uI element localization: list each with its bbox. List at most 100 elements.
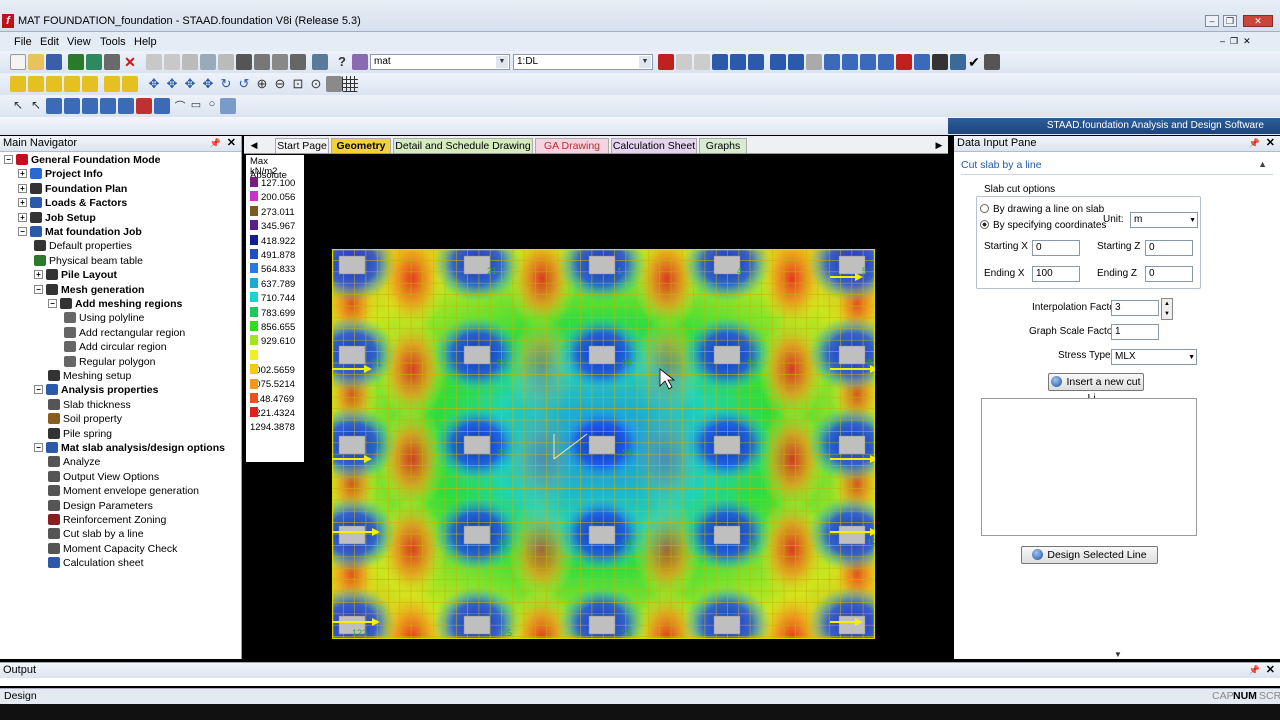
rotate-icon[interactable]: ✥	[164, 76, 180, 92]
grid-icon[interactable]	[342, 76, 358, 92]
tool-icon[interactable]	[86, 54, 102, 70]
radio-draw-line[interactable]: By drawing a line on slab	[980, 204, 1104, 215]
nav-item[interactable]: + Foundation Plan	[18, 182, 127, 196]
tool-icon[interactable]	[104, 54, 120, 70]
nav-item[interactable]: − Mat foundation Job	[18, 225, 142, 239]
zoom-window-icon[interactable]: ⊡	[290, 76, 306, 92]
collapse-icon[interactable]: −	[34, 443, 43, 452]
restore-button[interactable]: ❐	[1223, 15, 1237, 27]
select-icon[interactable]	[82, 98, 98, 114]
camera-icon[interactable]	[236, 54, 252, 70]
close-icon[interactable]: ✕	[227, 136, 236, 151]
tool-icon[interactable]	[824, 54, 840, 70]
view-icon[interactable]	[10, 76, 26, 92]
menu-help[interactable]: Help	[134, 36, 157, 48]
zoom-extents-icon[interactable]: ⊙	[308, 76, 324, 92]
printer-icon[interactable]	[290, 54, 306, 70]
tool-icon[interactable]	[842, 54, 858, 70]
tool-icon[interactable]	[896, 54, 912, 70]
starting-z-field[interactable]: 0	[1145, 240, 1193, 256]
scroll-down-icon[interactable]: ▼	[1114, 650, 1122, 659]
tool-icon[interactable]	[676, 54, 692, 70]
expand-icon[interactable]: +	[18, 183, 27, 193]
tool-icon[interactable]	[860, 54, 876, 70]
interpolation-field[interactable]: 3	[1111, 300, 1159, 316]
undo-icon[interactable]	[200, 54, 216, 70]
collapse-icon[interactable]: −	[34, 385, 43, 395]
nav-item[interactable]: − Analysis properties	[34, 383, 158, 397]
pin-icon[interactable]: 📌	[1249, 136, 1260, 151]
nav-item[interactable]: Default properties	[34, 239, 132, 253]
support-icon[interactable]	[712, 54, 728, 70]
nav-item[interactable]: Design Parameters	[48, 499, 153, 513]
rotate-icon[interactable]: ↻	[218, 76, 234, 92]
select-icon[interactable]	[100, 98, 116, 114]
nav-item[interactable]: Add rectangular region	[64, 326, 185, 340]
nav-item[interactable]: Moment envelope generation	[48, 484, 199, 498]
nav-item[interactable]: + Loads & Factors	[18, 196, 127, 210]
menu-file[interactable]: File	[14, 36, 32, 48]
ending-z-field[interactable]: 0	[1145, 266, 1193, 282]
nav-item[interactable]: + Job Setup	[18, 211, 96, 225]
nav-item[interactable]: − Mesh generation	[34, 283, 144, 297]
tool-icon[interactable]	[658, 54, 674, 70]
rotate-icon[interactable]: ✥	[182, 76, 198, 92]
collapse-icon[interactable]: −	[48, 299, 57, 308]
select-icon[interactable]	[154, 98, 170, 114]
nav-item[interactable]: Using polyline	[64, 311, 144, 325]
nav-item[interactable]: − General Foundation Mode	[4, 153, 161, 167]
collapse-icon[interactable]: −	[4, 155, 13, 164]
polyline-icon[interactable]: ⌒	[172, 98, 188, 114]
support-icon[interactable]	[748, 54, 764, 70]
view-icon[interactable]	[82, 76, 98, 92]
ending-x-field[interactable]: 100	[1032, 266, 1080, 282]
view-icon[interactable]	[104, 76, 120, 92]
check-icon[interactable]: ✔	[966, 54, 982, 70]
interpolation-spinner[interactable]: ▲ ▼	[1161, 298, 1173, 320]
starting-x-field[interactable]: 0	[1032, 240, 1080, 256]
tab-graphs[interactable]: Graphs	[699, 138, 747, 153]
tool-icon[interactable]	[878, 54, 894, 70]
nav-item[interactable]: Moment Capacity Check	[48, 542, 177, 556]
tool-icon[interactable]	[68, 54, 84, 70]
select-icon[interactable]: ↖	[10, 98, 26, 114]
save-icon[interactable]	[46, 54, 62, 70]
menu-tools[interactable]: Tools	[100, 36, 126, 48]
copy-icon[interactable]	[164, 54, 180, 70]
select-icon[interactable]	[136, 98, 152, 114]
new-icon[interactable]	[10, 54, 26, 70]
insert-cut-line-button[interactable]: Insert a new cut Li...	[1048, 373, 1144, 404]
close-icon[interactable]: ✕	[1266, 663, 1275, 678]
rectangle-icon[interactable]: ▭	[188, 98, 204, 114]
print-preview-icon[interactable]	[272, 54, 288, 70]
view-icon[interactable]	[64, 76, 80, 92]
tool-icon[interactable]	[806, 54, 822, 70]
nav-item[interactable]: Regular polygon	[64, 355, 155, 369]
load-icon[interactable]	[788, 54, 804, 70]
stress-type-select[interactable]: MLX ▼	[1111, 349, 1197, 365]
collapse-icon[interactable]: ▲	[1258, 159, 1267, 169]
tab-scroll-left-icon[interactable]: ◀	[247, 138, 261, 153]
nav-item[interactable]: Reinforcement Zoning	[48, 513, 166, 527]
nav-item[interactable]: Soil property	[48, 412, 122, 426]
job-dropdown[interactable]: mat ▼	[370, 54, 510, 70]
delete-icon[interactable]: ✕	[122, 54, 138, 70]
tool-icon[interactable]	[984, 54, 1000, 70]
rotate-icon[interactable]: ✥	[200, 76, 216, 92]
stress-contour-plot[interactable]: 21 1 4 5 31 33 36 30 3 35 32 33 34 36 12 122 125 25	[332, 249, 875, 639]
expand-icon[interactable]: +	[18, 169, 27, 179]
support-icon[interactable]	[730, 54, 746, 70]
graph-scale-field[interactable]: 1	[1111, 324, 1159, 340]
expand-icon[interactable]: +	[18, 212, 27, 222]
zoom-in-icon[interactable]: ⊕	[254, 76, 270, 92]
pin-icon[interactable]: 📌	[210, 136, 221, 151]
select-icon[interactable]	[118, 98, 134, 114]
tool-icon[interactable]	[914, 54, 930, 70]
view-icon[interactable]	[122, 76, 138, 92]
nav-item[interactable]: Calculation sheet	[48, 556, 144, 570]
nav-item[interactable]: Meshing setup	[48, 369, 131, 383]
minimize-button[interactable]: –	[1205, 15, 1219, 27]
redo-icon[interactable]	[218, 54, 234, 70]
cut-icon[interactable]	[146, 54, 162, 70]
tab-ga-drawing[interactable]: GA Drawing	[535, 138, 609, 153]
